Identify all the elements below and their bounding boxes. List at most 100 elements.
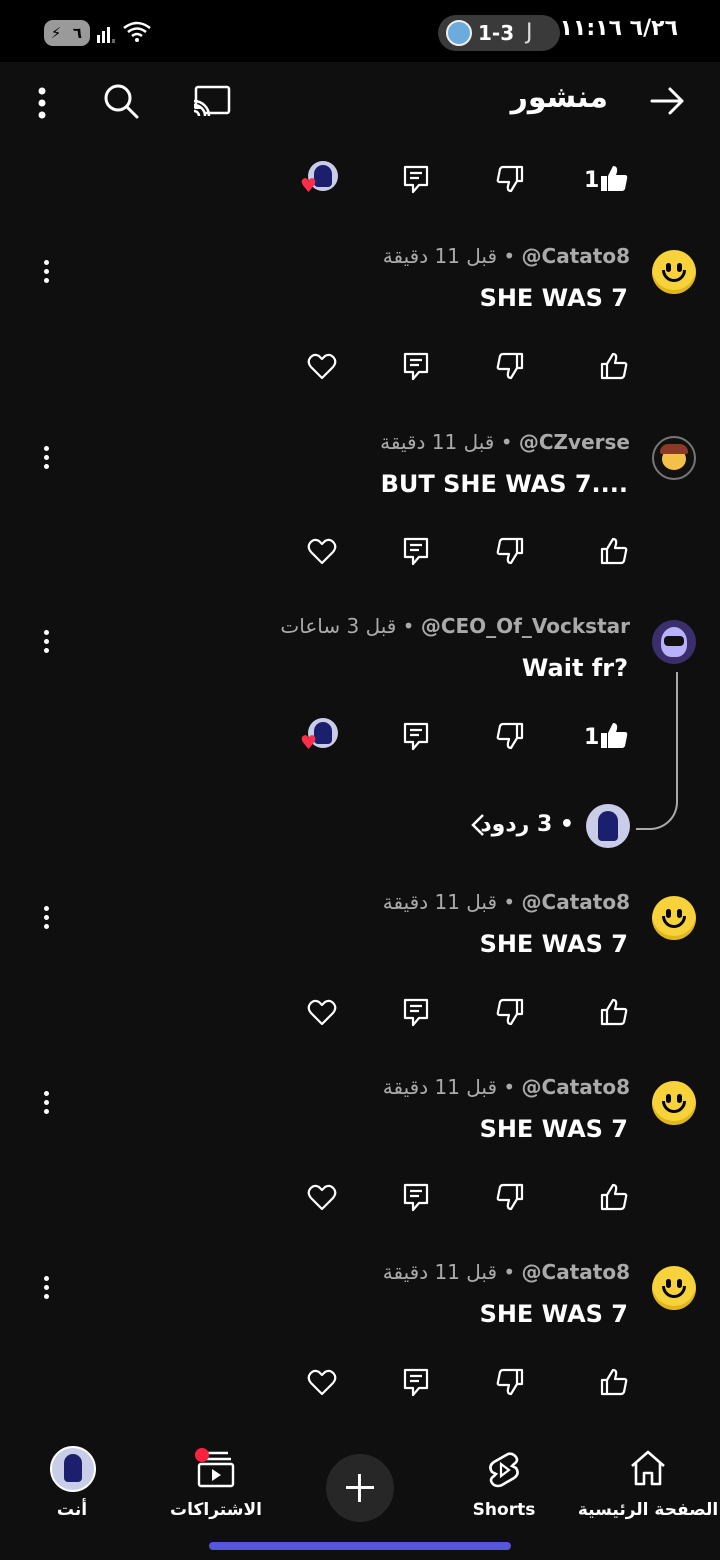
shorts-icon [489,1452,519,1488]
notification-dot [195,1448,209,1462]
reply-icon[interactable] [400,1366,432,1398]
page-title: منشور [510,80,608,115]
like-icon[interactable] [598,350,630,382]
nav-shorts[interactable]: Shorts [432,1428,576,1548]
cast-icon[interactable] [192,84,232,122]
comment-menu-icon[interactable] [38,1091,54,1121]
comment-author[interactable]: @Catato8 [522,1260,630,1284]
comment-actions [0,530,720,580]
nav-you-label: أنت [56,1500,88,1520]
avatar[interactable] [50,1446,96,1492]
comment-author[interactable]: @Catato8 [522,890,630,914]
creator-heart-icon[interactable]: ♥ [300,734,317,753]
like-icon[interactable] [598,535,630,567]
comment-actions [0,1176,720,1226]
comment-menu-icon[interactable] [38,1276,54,1306]
comment-menu-icon[interactable] [38,906,54,936]
like-icon[interactable] [598,996,630,1028]
comment-menu-icon[interactable] [38,630,54,660]
wifi-icon [122,20,152,50]
comment-actions [0,1361,720,1411]
nav-subscriptions-label: الاشتراكات [170,1500,262,1520]
home-icon [631,1450,665,1486]
comment-text: Wait fr? [521,654,628,682]
dislike-icon[interactable] [494,1181,526,1213]
dislike-icon[interactable] [494,350,526,382]
dislike-icon[interactable] [494,535,526,567]
comment-time: قبل 11 دقيقة [382,890,498,914]
comment-author[interactable]: @CEO_Of_Vockstar [421,614,630,638]
battery-level: ٦ [72,24,82,42]
dislike-icon[interactable] [494,996,526,1028]
like-count: 1 [584,725,600,750]
avatar[interactable] [652,1266,696,1310]
comment-actions [0,991,720,1041]
comment-menu-icon[interactable] [38,446,54,476]
comment-text: SHE WAS 7 [479,1115,628,1143]
dislike-icon[interactable] [494,1366,526,1398]
heart-icon[interactable] [306,535,338,567]
comment-author[interactable]: @Catato8 [522,1075,630,1099]
comment-menu-icon[interactable] [38,260,54,290]
reply-icon[interactable] [400,350,432,382]
comment-meta: قبل 11 دقيقة • @Catato8 [382,1260,630,1284]
replies-link[interactable]: • 3 ردود [480,812,574,837]
heart-icon[interactable] [306,1366,338,1398]
charging-icon: ⚡ [50,24,62,42]
reply-icon[interactable] [400,163,432,195]
comment-text: SHE WAS 7 [479,1300,628,1328]
comment-time: قبل 3 ساعات [280,614,397,638]
like-icon[interactable] [598,1366,630,1398]
heart-icon[interactable] [306,350,338,382]
dislike-icon[interactable] [494,163,526,195]
reply-icon[interactable] [400,535,432,567]
comment-actions [0,345,720,395]
like-filled-icon[interactable] [598,720,630,752]
avatar[interactable] [652,1081,696,1125]
comment-author[interactable]: @Catato8 [522,244,630,268]
nav-subscriptions[interactable]: الاشتراكات [144,1428,288,1548]
reply-author-avatar [586,804,630,848]
avatar[interactable] [652,250,696,294]
chevron-right-icon[interactable] [470,812,486,842]
reply-icon[interactable] [400,996,432,1028]
dislike-icon[interactable] [494,720,526,752]
avatar[interactable] [652,620,696,664]
more-vert-icon[interactable] [36,86,48,124]
reply-icon[interactable] [400,720,432,752]
comment-meta: قبل 11 دقيقة • @Catato8 [382,1075,630,1099]
signal-icon [97,25,117,43]
comment-time: قبل 11 دقيقة [382,1075,498,1099]
comment-time: قبل 11 دقيقة [382,1260,498,1284]
comment-time: قبل 11 دقيقة [382,244,498,268]
heart-icon[interactable] [306,996,338,1028]
comment-text: SHE WAS 7 [479,284,628,312]
comment-time: قبل 11 دقيقة [380,430,495,454]
nav-home[interactable]: الصفحة الرئيسية [576,1428,720,1548]
thread-line [636,672,678,830]
gesture-bar[interactable] [209,1542,511,1550]
comment-meta: قبل 11 دقيقة • @Catato8 [382,890,630,914]
heart-icon[interactable] [306,1181,338,1213]
reply-icon[interactable] [400,1181,432,1213]
comment-text: SHE WAS 7 [479,930,628,958]
like-icon[interactable] [598,1181,630,1213]
team-crest-icon [446,20,472,46]
comment-meta: قبل 3 ساعات • @CEO_Of_Vockstar [280,614,630,638]
bottom-nav: الصفحة الرئيسية Shorts الاشتراكات أنت [0,1428,720,1560]
create-button[interactable] [326,1454,394,1522]
like-filled-icon[interactable] [598,163,630,195]
creator-heart-icon[interactable]: ♥ [300,177,317,196]
team-logo-icon: J [526,20,533,45]
status-bar: ⚡ ٦ 1-3 J ٦/٢٦ ١١:١٦ [0,0,720,62]
comment-author[interactable]: @CZverse [519,430,630,454]
app-bar: منشور [0,62,720,140]
replies-bullet: • [552,812,574,837]
avatar[interactable] [652,436,696,480]
search-icon[interactable] [102,82,140,124]
avatar[interactable] [652,896,696,940]
live-score-chip[interactable]: 1-3 J [438,15,560,51]
comment-meta: قبل 11 دقيقة • @CZverse [380,430,630,454]
back-arrow-icon[interactable] [650,84,686,122]
nav-shorts-label: Shorts [472,1500,536,1520]
